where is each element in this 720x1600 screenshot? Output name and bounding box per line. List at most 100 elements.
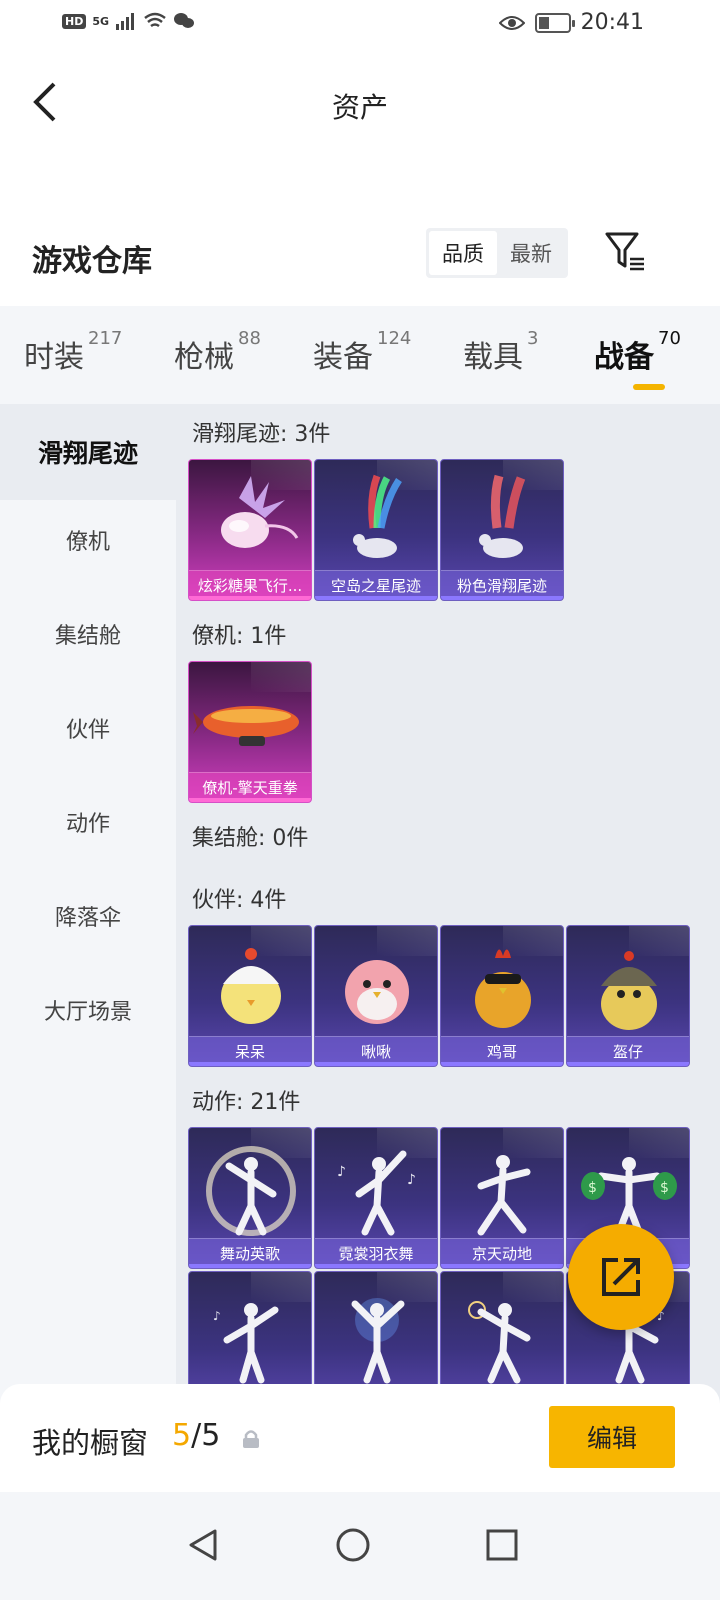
triangle-back-icon [189,1529,217,1561]
helmet-chick-companion-art [601,951,657,1030]
item-card[interactable]: 炫彩糖果飞行... [188,459,312,601]
status-right: 20:41 [498,10,644,35]
lock-icon [243,1430,259,1448]
nav-back-button[interactable] [168,1510,238,1580]
candy-trail-art [221,476,299,548]
tab-label: 时装 [24,340,84,375]
svg-text:♪: ♪ [213,1309,221,1323]
item-card[interactable]: 京天动地 [440,1127,564,1269]
rarity-bar [189,1062,311,1066]
sidebar-item-emote[interactable]: 动作 [0,774,176,870]
showcase-current: 5 [172,1418,192,1453]
svg-text:♪: ♪ [337,1164,346,1180]
sort-toggle: 品质 最新 [426,228,568,278]
active-tab-indicator [633,384,665,390]
tab-battle-prep[interactable]: 战备70 [594,328,681,376]
showcase-total: 5 [201,1418,221,1453]
rooster-companion-art [475,949,531,1028]
airship-art [193,706,299,746]
dance-emote-art [351,1298,405,1384]
clock: 20:41 [580,10,644,35]
item-card[interactable]: ♪ ♪ 霓裳羽衣舞 [314,1127,438,1269]
showcase-bar: 我的橱窗 5/5 编辑 [0,1384,720,1492]
tab-count: 70 [658,328,681,349]
nav-recents-button[interactable] [467,1510,537,1580]
rarity-bar [441,1062,563,1066]
item-card[interactable]: 盔仔 [566,925,690,1067]
rarity-bar [315,596,437,600]
system-nav-bar [0,1492,720,1600]
tab-count: 217 [88,328,123,349]
network-label: 5G [92,14,110,28]
rainbow-trail-art [353,474,402,558]
battery-icon [534,12,575,33]
category-tabs: 时装217 枪械88 装备124 载具3 战备70 [0,306,720,404]
eye-icon [498,15,525,30]
sidebar-item-wingman[interactable]: 僚机 [0,492,176,588]
nav-home-button[interactable] [318,1510,388,1580]
tab-fashion[interactable]: 时装217 [24,328,122,376]
tab-label: 载具 [463,340,523,375]
section-title-companion: 伙伴: 4件 [192,888,287,913]
wechat-icon [174,13,195,28]
share-button[interactable] [568,1224,674,1330]
status-left: HD 5G [62,12,195,30]
tab-label: 战备 [594,340,654,375]
sort-quality-option[interactable]: 品质 [429,231,497,275]
hd-icon: HD [62,13,87,29]
wifi-icon [144,12,166,28]
square-recents-icon [486,1529,518,1561]
item-card[interactable]: 呆呆 [188,925,312,1067]
dance-emote-art [206,1146,296,1236]
item-card[interactable]: 粉色滑翔尾迹 [440,459,564,601]
rarity-bar [189,1264,311,1268]
dance-emote-art [477,1155,531,1236]
tab-equipment[interactable]: 装备124 [313,328,411,376]
section-title-rally-pod: 集结舱: 0件 [192,826,309,851]
section-title-glide-trail: 滑翔尾迹: 3件 [192,422,331,447]
sidebar: 滑翔尾迹 僚机 集结舱 伙伴 动作 降落伞 大厅场景 [0,404,176,1410]
sidebar-item-companion[interactable]: 伙伴 [0,680,176,776]
rarity-bar [567,1062,689,1066]
edit-button[interactable]: 编辑 [549,1406,675,1468]
filter-button[interactable] [604,230,648,274]
rarity-bar [189,798,311,802]
tab-vehicles[interactable]: 载具3 [463,328,538,376]
tab-count: 88 [238,328,261,349]
sidebar-item-rally-pod[interactable]: 集结舱 [0,586,176,682]
section-title-wingman: 僚机: 1件 [192,624,287,649]
sidebar-item-parachute[interactable]: 降落伞 [0,868,176,964]
item-card[interactable]: 空岛之星尾迹 [314,459,438,601]
signal-icon [116,13,135,30]
sort-newest-option[interactable]: 最新 [497,231,565,275]
showcase-separator: / [191,1418,202,1453]
tab-count: 124 [377,328,412,349]
tab-label: 枪械 [174,340,234,375]
showcase-count: 5/5 [172,1418,220,1453]
dance-emote-art [468,1301,531,1384]
item-card[interactable]: 僚机-擎天重拳 [188,661,312,803]
page-title: 资产 [331,91,388,124]
warehouse-title: 游戏仓库 [32,244,152,279]
sidebar-item-lobby-scene[interactable]: 大厅场景 [0,962,176,1058]
item-card[interactable]: 舞动英歌 [188,1127,312,1269]
rarity-bar [189,596,311,600]
circle-home-icon [336,1528,370,1562]
pink-trail-art [479,474,526,558]
section-title-emote: 动作: 21件 [192,1090,301,1115]
page-header: 资产 [0,60,720,150]
sidebar-item-glide-trail[interactable]: 滑翔尾迹 [0,404,176,500]
filter-icon [605,232,644,271]
share-icon [602,1258,640,1296]
item-card[interactable]: 鸡哥 [440,925,564,1067]
tab-firearms[interactable]: 枪械88 [174,328,261,376]
chick-companion-art [221,948,281,1024]
dance-emote-art: ♪ ♪ [337,1150,416,1236]
rarity-bar [441,596,563,600]
status-bar: HD 5G 20:41 [0,0,720,50]
svg-text:♪: ♪ [407,1172,416,1188]
dance-emote-art: ♪ [213,1303,279,1384]
tab-count: 3 [527,328,539,349]
item-card[interactable]: 啾啾 [314,925,438,1067]
svg-text:$: $ [588,1180,597,1196]
